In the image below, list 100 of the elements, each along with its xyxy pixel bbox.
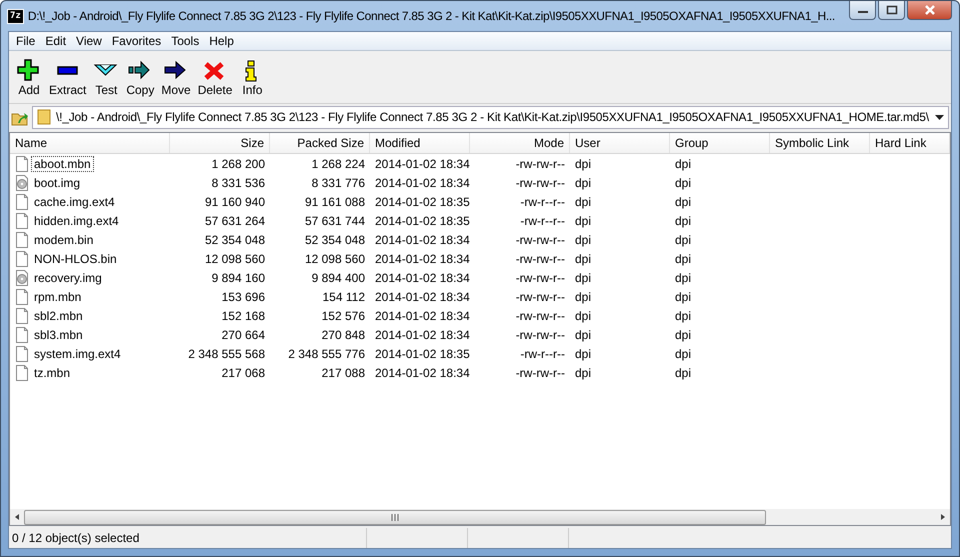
- table-cell: dpi: [675, 252, 692, 266]
- table-cell: dpi: [675, 194, 692, 208]
- table-cell: 2014-01-02 18:34: [375, 252, 470, 266]
- maximize-icon: [884, 5, 898, 15]
- file-icon: [15, 364, 29, 380]
- table-cell: dpi: [675, 176, 692, 190]
- table-cell: 2014-01-02 18:35: [375, 194, 470, 208]
- table-cell: 270 664: [222, 328, 265, 342]
- column-header[interactable]: Modified: [370, 133, 470, 153]
- file-name[interactable]: boot.img: [31, 174, 84, 190]
- table-cell: 52 354 048: [204, 232, 265, 246]
- menu-item[interactable]: Favorites: [106, 34, 166, 48]
- add-button[interactable]: Add: [13, 58, 45, 96]
- table-cell: dpi: [675, 308, 692, 322]
- column-header[interactable]: Hard Link: [870, 133, 950, 153]
- table-cell: 8 331 536: [212, 176, 265, 190]
- file-name[interactable]: sbl2.mbn: [31, 308, 86, 324]
- file-name[interactable]: aboot.mbn: [31, 156, 94, 172]
- file-icon: [15, 308, 29, 324]
- table-cell: dpi: [575, 252, 592, 266]
- table-cell: 57 631 264: [204, 214, 265, 228]
- file-name[interactable]: system.img.ext4: [31, 346, 124, 362]
- file-icon: [15, 346, 29, 362]
- file-icon: [15, 326, 29, 342]
- table-cell: dpi: [675, 290, 692, 304]
- table-cell: 217 088: [322, 366, 365, 380]
- table-cell: 217 068: [222, 366, 265, 380]
- table-cell: dpi: [575, 328, 592, 342]
- table-cell: 9 894 400: [312, 270, 365, 284]
- dropdown-arrow-icon[interactable]: [935, 114, 944, 120]
- extract-button[interactable]: Extract: [46, 58, 90, 96]
- app-logo-icon: 7z: [8, 10, 23, 22]
- table-cell: 152 576: [322, 308, 365, 322]
- table-cell: -rw-rw-r--: [516, 176, 565, 190]
- file-icon: [15, 212, 29, 228]
- column-header[interactable]: Size: [170, 133, 270, 153]
- table-cell: dpi: [675, 328, 692, 342]
- column-header[interactable]: Name: [10, 133, 170, 153]
- table-cell: dpi: [575, 308, 592, 322]
- file-name[interactable]: recovery.img: [31, 270, 105, 286]
- disc-file-icon: [15, 270, 29, 286]
- window-title: D:\!_Job - Android\_Fly Flylife Connect 7.85 3G 2\123 - Fly Flylife Connect 7.85 3G 2 - Kit Kat\Kit-Kat.zip\I9505XXUFNA1_I9505OXAFNA1_I9505XXUFNA1_H...: [28, 9, 835, 23]
- column-header[interactable]: Group: [670, 133, 770, 153]
- table-cell: dpi: [575, 232, 592, 246]
- info-button[interactable]: Info: [236, 58, 268, 96]
- column-header[interactable]: User: [570, 133, 670, 153]
- table-cell: 91 160 940: [204, 194, 265, 208]
- table-cell: 2 348 555 568: [188, 346, 265, 360]
- minimize-button[interactable]: [849, 1, 876, 20]
- maximize-button[interactable]: [878, 1, 905, 20]
- table-cell: dpi: [675, 346, 692, 360]
- file-name[interactable]: tz.mbn: [31, 364, 74, 380]
- grip-icon: [391, 514, 399, 520]
- table-cell: 12 098 560: [204, 252, 265, 266]
- file-name[interactable]: modem.bin: [31, 232, 96, 248]
- delete-button[interactable]: Delete: [194, 58, 236, 96]
- menu-item[interactable]: Edit: [40, 34, 72, 48]
- table-cell: dpi: [575, 366, 592, 380]
- table-cell: dpi: [575, 156, 592, 170]
- table-cell: -rw-r--r--: [520, 346, 565, 360]
- disc-file-icon: [15, 174, 29, 190]
- folder-icon: [37, 109, 51, 125]
- table-cell: dpi: [675, 156, 692, 170]
- table-cell: -rw-rw-r--: [516, 328, 565, 342]
- table-cell: 153 696: [222, 290, 265, 304]
- file-icon: [15, 288, 29, 304]
- file-name[interactable]: sbl3.mbn: [31, 326, 86, 342]
- file-icon: [15, 194, 29, 210]
- table-cell: dpi: [575, 346, 592, 360]
- table-cell: dpi: [675, 214, 692, 228]
- address-field[interactable]: \!_Job - Android\_Fly Flylife Connect 7.85 3G 2\123 - Fly Flylife Connect 7.85 3G 2 - Kit Kat\Kit-Kat.zip\I9505XXUFNA1_I9505OXAFNA1_I9505XXUFNA1_HOME.tar.md5\: [32, 106, 949, 128]
- copy-button[interactable]: Copy: [123, 58, 158, 96]
- file-name[interactable]: cache.img.ext4: [31, 194, 118, 210]
- plus-icon: [16, 58, 42, 84]
- move-button[interactable]: Move: [158, 58, 194, 96]
- table-cell: dpi: [675, 366, 692, 380]
- menu-item[interactable]: File: [11, 34, 40, 48]
- file-name[interactable]: hidden.img.ext4: [31, 212, 122, 228]
- table-cell: 270 848: [322, 328, 365, 342]
- table-cell: 2014-01-02 18:35: [375, 346, 470, 360]
- table-cell: -rw-r--r--: [520, 214, 565, 228]
- horizontal-scrollbar[interactable]: [10, 509, 950, 525]
- file-name[interactable]: rpm.mbn: [31, 288, 84, 304]
- table-cell: 152 168: [222, 308, 265, 322]
- close-button[interactable]: [907, 1, 952, 20]
- menu-item[interactable]: View: [71, 34, 107, 48]
- column-header[interactable]: Symbolic Link: [770, 133, 870, 153]
- column-header[interactable]: Mode: [470, 133, 570, 153]
- menu-item[interactable]: Tools: [166, 34, 204, 48]
- column-header[interactable]: Packed Size: [270, 133, 370, 153]
- test-button[interactable]: Test: [90, 58, 122, 96]
- table-cell: 2014-01-02 18:34: [375, 290, 470, 304]
- table-cell: -rw-rw-r--: [516, 366, 565, 380]
- table-cell: 2014-01-02 18:34: [375, 308, 470, 322]
- table-cell: dpi: [675, 270, 692, 284]
- menu-item[interactable]: Help: [204, 34, 239, 48]
- table-cell: 91 161 088: [304, 194, 365, 208]
- scrollbar-thumb[interactable]: [24, 510, 766, 524]
- file-name[interactable]: NON-HLOS.bin: [31, 250, 120, 266]
- table-cell: -rw-r--r--: [520, 194, 565, 208]
